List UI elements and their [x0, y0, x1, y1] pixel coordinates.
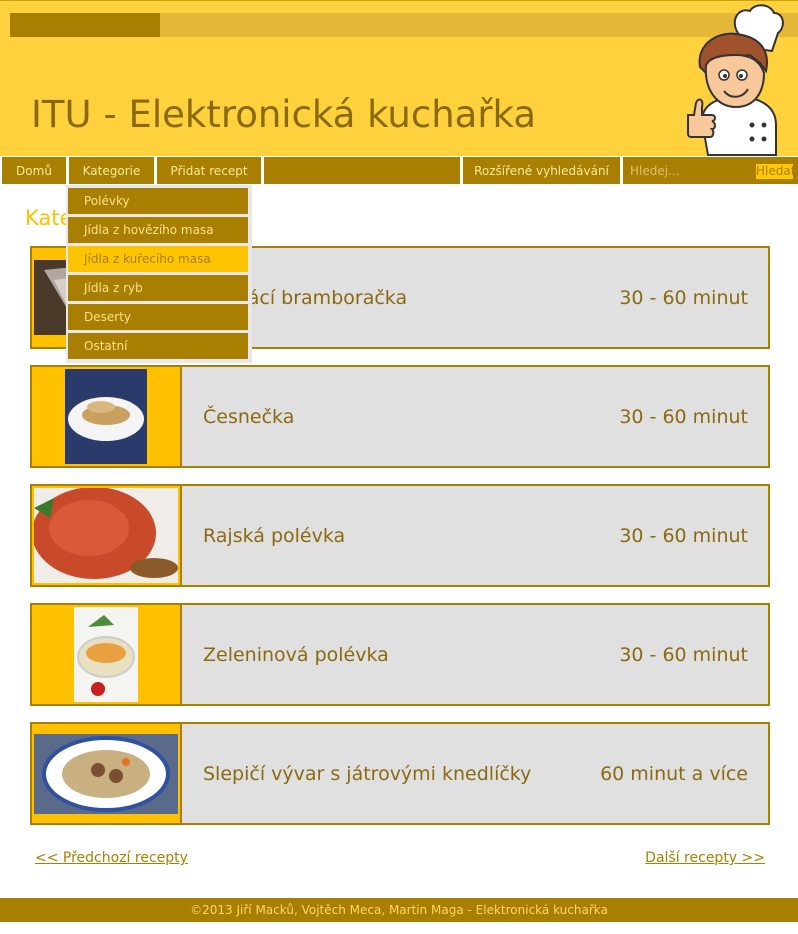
prev-page-link[interactable]: << Předchozí recepty [35, 850, 188, 866]
dropdown-item-other[interactable]: Ostatní [68, 333, 248, 359]
nav-spacer [264, 157, 460, 184]
categories-dropdown: Polévky Jídla z hovězího masa Jídla z ku… [66, 185, 252, 363]
recipe-photo-icon[interactable] [74, 607, 138, 702]
recipe-photo-icon[interactable] [34, 488, 178, 583]
recipe-time: 60 minut a více [600, 762, 748, 785]
recipe-thumb-cell [32, 367, 182, 466]
nav-add-recipe[interactable]: Přidat recept [157, 157, 261, 184]
search-button[interactable]: Hledat [756, 164, 793, 179]
recipe-row[interactable]: Slepičí vývar s játrovými knedlíčky 60 m… [30, 722, 770, 825]
recipe-name[interactable]: Rajská polévka [203, 486, 345, 585]
recipe-thumb-cell [32, 486, 182, 585]
nav-categories[interactable]: Kategorie [69, 157, 154, 184]
dropdown-item-desserts[interactable]: Deserty [68, 304, 248, 330]
recipe-thumb-cell [32, 605, 182, 704]
recipe-photo-icon[interactable] [34, 734, 178, 814]
site-header: ITU - Elektronická kuchařka [0, 0, 798, 156]
recipe-photo-icon[interactable] [65, 369, 147, 464]
recipe-thumb-cell [32, 724, 182, 823]
recipe-time: 30 - 60 minut [619, 643, 748, 666]
dropdown-item-beef[interactable]: Jídla z hovězího masa [68, 217, 248, 243]
recipe-name[interactable]: Zeleninová polévka [203, 605, 389, 704]
chef-mascot-icon [687, 4, 784, 156]
recipe-time: 30 - 60 minut [619, 286, 748, 309]
search-input[interactable] [630, 164, 750, 178]
site-title: ITU - Elektronická kuchařka [31, 93, 537, 136]
recipe-row[interactable]: Česnečka 30 - 60 minut [30, 365, 770, 468]
nav-advanced-search[interactable]: Rozšířené vyhledávání [463, 157, 620, 184]
dropdown-item-chicken[interactable]: Jídla z kuřecího masa [68, 246, 248, 272]
recipe-name[interactable]: Česnečka [203, 367, 294, 466]
next-page-link[interactable]: Další recepty >> [645, 850, 765, 866]
recipe-row[interactable]: Zeleninová polévka 30 - 60 minut [30, 603, 770, 706]
dropdown-item-fish[interactable]: Jídla z ryb [68, 275, 248, 301]
recipe-name[interactable]: Slepičí vývar s játrovými knedlíčky [203, 724, 531, 823]
site-footer: ©2013 Jiří Macků, Vojtěch Meca, Martin M… [0, 898, 798, 922]
recipe-row[interactable]: Rajská polévka 30 - 60 minut [30, 484, 770, 587]
header-block [10, 13, 160, 37]
recipe-time: 30 - 60 minut [619, 405, 748, 428]
recipe-time: 30 - 60 minut [619, 524, 748, 547]
nav-home[interactable]: Domů [2, 157, 66, 184]
dropdown-item-soups[interactable]: Polévky [68, 188, 248, 214]
